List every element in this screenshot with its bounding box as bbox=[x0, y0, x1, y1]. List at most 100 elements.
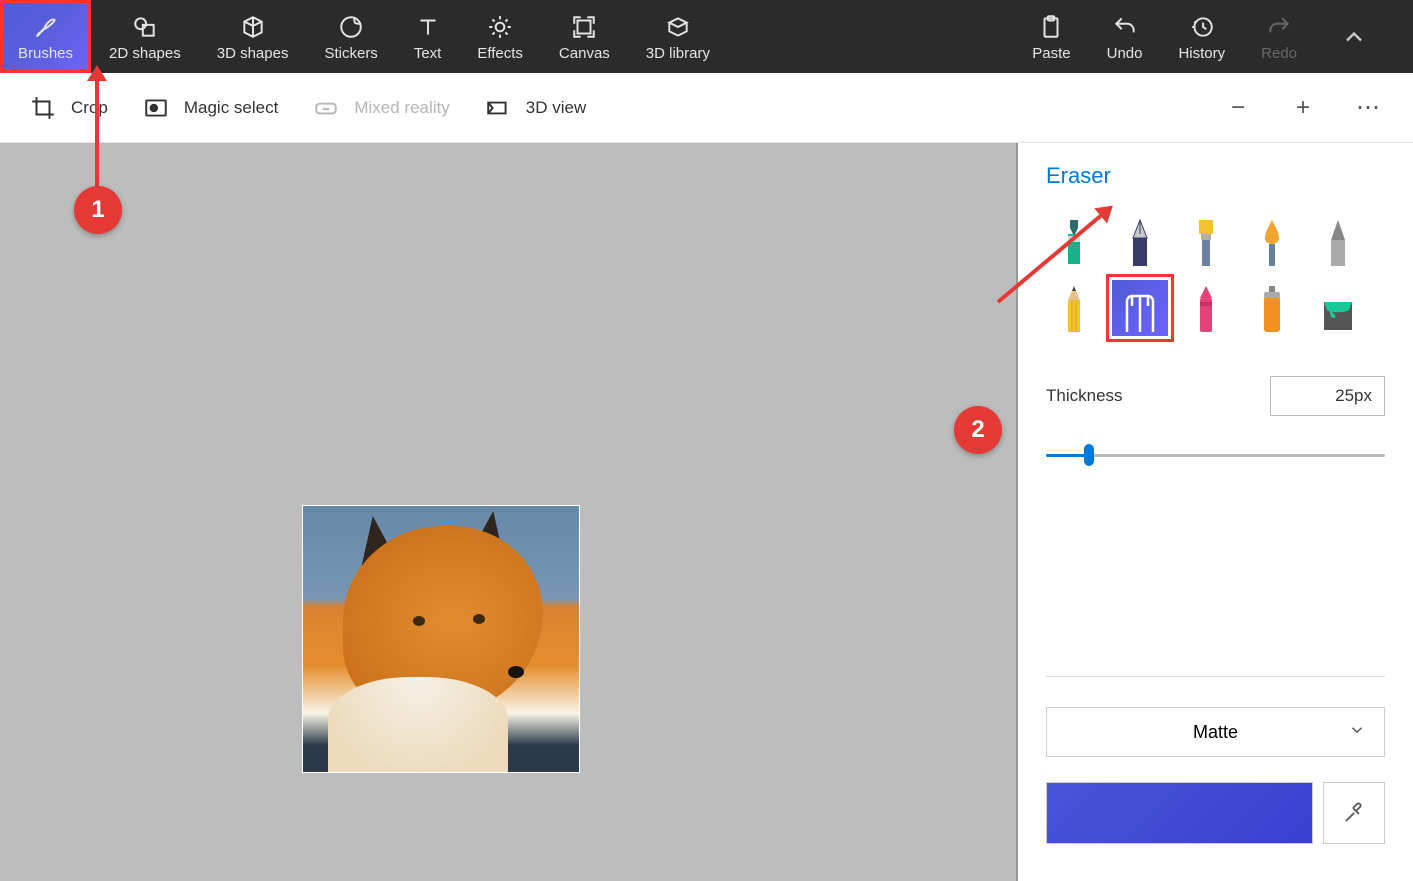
tab-3d-shapes[interactable]: 3D shapes bbox=[199, 0, 307, 73]
material-selected-label: Matte bbox=[1193, 722, 1238, 743]
tool-pixel-pen[interactable] bbox=[1310, 214, 1366, 270]
crayon-icon bbox=[1189, 284, 1223, 332]
eyedropper-button[interactable] bbox=[1323, 782, 1385, 844]
redo-icon bbox=[1266, 11, 1292, 43]
brush-icon bbox=[33, 11, 59, 43]
pixel-pen-icon bbox=[1321, 218, 1355, 266]
thickness-input[interactable] bbox=[1270, 376, 1385, 416]
top-toolbar: Brushes 2D shapes 3D shapes Stickers Tex… bbox=[0, 0, 1413, 73]
tab-stickers-label: Stickers bbox=[324, 45, 377, 62]
btn-history[interactable]: History bbox=[1160, 0, 1243, 73]
current-color-swatch[interactable] bbox=[1046, 782, 1313, 844]
tool-crayon[interactable] bbox=[1178, 280, 1234, 336]
spray-can-icon bbox=[1255, 284, 1289, 332]
chevron-down-icon bbox=[1348, 721, 1366, 744]
tab-3d-label: 3D shapes bbox=[217, 45, 289, 62]
color-row bbox=[1046, 782, 1385, 844]
btn-mixed-reality: Mixed reality bbox=[313, 95, 449, 121]
eraser-icon bbox=[1118, 288, 1162, 332]
magic-select-icon bbox=[143, 95, 169, 121]
btn-undo[interactable]: Undo bbox=[1089, 0, 1161, 73]
right-panel: Eraser bbox=[1018, 143, 1413, 881]
redo-label: Redo bbox=[1261, 45, 1297, 62]
tab-text-label: Text bbox=[414, 45, 442, 62]
tab-text[interactable]: Text bbox=[396, 0, 460, 73]
effects-icon bbox=[487, 11, 513, 43]
brush-tools-grid bbox=[1046, 214, 1385, 336]
mixed-reality-icon bbox=[313, 95, 339, 121]
shapes-2d-icon bbox=[132, 11, 158, 43]
tool-eraser[interactable] bbox=[1112, 280, 1168, 336]
eyedropper-icon bbox=[1342, 801, 1366, 825]
btn-3d-view[interactable]: 3D view bbox=[485, 95, 586, 121]
tab-brushes[interactable]: Brushes bbox=[0, 0, 91, 73]
tab-brushes-label: Brushes bbox=[18, 45, 73, 62]
plus-icon: + bbox=[1296, 94, 1310, 122]
paste-icon bbox=[1038, 11, 1064, 43]
oil-brush-icon bbox=[1189, 218, 1223, 266]
thickness-label: Thickness bbox=[1046, 386, 1123, 406]
tab-effects-label: Effects bbox=[477, 45, 523, 62]
fill-bucket-icon bbox=[1318, 292, 1358, 332]
btn-paste[interactable]: Paste bbox=[1014, 0, 1088, 73]
mixed-reality-label: Mixed reality bbox=[354, 98, 449, 118]
canvas-image[interactable] bbox=[302, 505, 580, 773]
panel-divider bbox=[1046, 676, 1385, 677]
calligraphy-pen-icon bbox=[1123, 218, 1157, 266]
magic-select-label: Magic select bbox=[184, 98, 278, 118]
library-3d-icon bbox=[665, 11, 691, 43]
sub-toolbar: Crop Magic select Mixed reality 3D view … bbox=[0, 73, 1413, 143]
main-area: Eraser bbox=[0, 143, 1413, 881]
history-label: History bbox=[1178, 45, 1225, 62]
tool-spray-can[interactable] bbox=[1244, 280, 1300, 336]
tool-watercolor[interactable] bbox=[1244, 214, 1300, 270]
shapes-3d-icon bbox=[240, 11, 266, 43]
minus-icon: − bbox=[1231, 94, 1245, 122]
more-icon: ⋯ bbox=[1356, 93, 1380, 122]
panel-title: Eraser bbox=[1046, 163, 1385, 189]
crop-label: Crop bbox=[71, 98, 108, 118]
pencil-icon bbox=[1057, 284, 1091, 332]
tool-pencil[interactable] bbox=[1046, 280, 1102, 336]
btn-more[interactable]: ⋯ bbox=[1353, 93, 1383, 123]
stickers-icon bbox=[338, 11, 364, 43]
tab-3d-library[interactable]: 3D library bbox=[628, 0, 728, 73]
btn-magic-select[interactable]: Magic select bbox=[143, 95, 278, 121]
paste-label: Paste bbox=[1032, 45, 1070, 62]
undo-icon bbox=[1112, 11, 1138, 43]
tab-2d-shapes[interactable]: 2D shapes bbox=[91, 0, 199, 73]
3d-view-label: 3D view bbox=[526, 98, 586, 118]
right-toolbar-tabs: Paste Undo History Redo bbox=[1014, 0, 1413, 73]
btn-redo[interactable]: Redo bbox=[1243, 0, 1315, 73]
text-icon bbox=[415, 11, 441, 43]
thickness-row: Thickness bbox=[1046, 376, 1385, 416]
tab-stickers[interactable]: Stickers bbox=[306, 0, 395, 73]
watercolor-icon bbox=[1255, 218, 1289, 266]
thickness-slider[interactable] bbox=[1046, 436, 1385, 476]
expand-menu-button[interactable] bbox=[1315, 0, 1393, 73]
tab-3d-library-label: 3D library bbox=[646, 45, 710, 62]
slider-track bbox=[1046, 454, 1385, 457]
tab-canvas[interactable]: Canvas bbox=[541, 0, 628, 73]
tool-oil-brush[interactable] bbox=[1178, 214, 1234, 270]
crop-icon bbox=[30, 95, 56, 121]
chevron-up-icon bbox=[1340, 23, 1368, 51]
btn-zoom-out[interactable]: − bbox=[1223, 93, 1253, 123]
canvas-pane[interactable] bbox=[0, 143, 1018, 881]
tool-calligraphy-pen[interactable] bbox=[1112, 214, 1168, 270]
view-3d-icon bbox=[485, 95, 511, 121]
canvas-icon bbox=[571, 11, 597, 43]
slider-thumb[interactable] bbox=[1084, 444, 1094, 466]
tab-2d-label: 2D shapes bbox=[109, 45, 181, 62]
fox-photo bbox=[303, 506, 579, 772]
tool-fill[interactable] bbox=[1310, 280, 1366, 336]
btn-zoom-in[interactable]: + bbox=[1288, 93, 1318, 123]
material-dropdown[interactable]: Matte bbox=[1046, 707, 1385, 757]
undo-label: Undo bbox=[1107, 45, 1143, 62]
tab-effects[interactable]: Effects bbox=[459, 0, 541, 73]
history-icon bbox=[1189, 11, 1215, 43]
annotation-marker-1: 1 bbox=[74, 186, 122, 234]
annotation-marker-2: 2 bbox=[954, 406, 1002, 454]
tab-canvas-label: Canvas bbox=[559, 45, 610, 62]
annotation-arrow-1 bbox=[95, 75, 99, 190]
